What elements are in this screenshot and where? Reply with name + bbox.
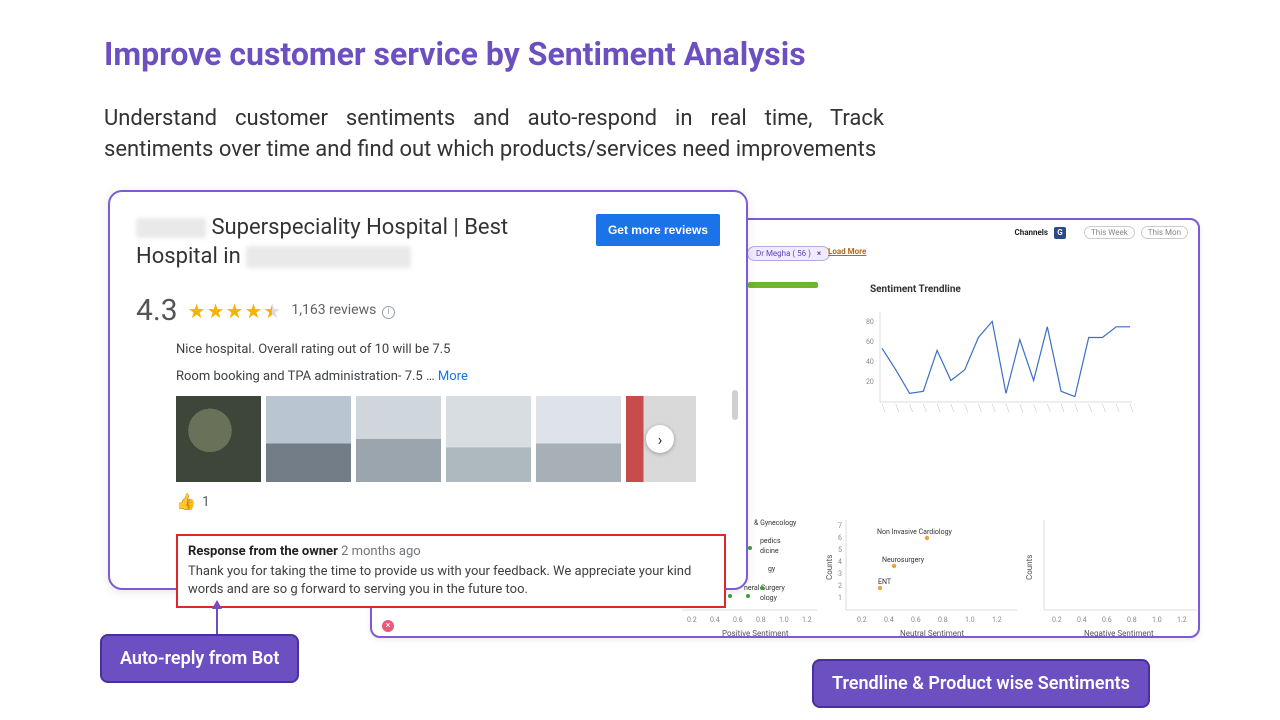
redacted-name-2 bbox=[246, 246, 411, 268]
svg-text:ology: ology bbox=[760, 594, 778, 602]
owner-response-header: Response from the owner 2 months ago bbox=[188, 544, 714, 559]
svg-text:Counts: Counts bbox=[825, 555, 834, 580]
review-body: Nice hospital. Overall rating out of 10 … bbox=[136, 342, 720, 482]
thumb-up-icon[interactable]: 👍 bbox=[176, 492, 196, 511]
svg-text:Neutral Sentiment: Neutral Sentiment bbox=[900, 629, 964, 638]
rating-value: 4.3 bbox=[136, 293, 178, 328]
svg-text:0.2: 0.2 bbox=[687, 616, 697, 624]
svg-text:80: 80 bbox=[866, 318, 874, 326]
review-thumb[interactable] bbox=[356, 396, 441, 482]
svg-text:0.8: 0.8 bbox=[756, 616, 766, 624]
trendline-chart: 80 60 40 20 bbox=[852, 302, 1142, 422]
get-more-reviews-button[interactable]: Get more reviews bbox=[596, 214, 720, 246]
svg-text:1.2: 1.2 bbox=[802, 616, 812, 624]
svg-text:1.0: 1.0 bbox=[779, 616, 789, 624]
review-line-1: Nice hospital. Overall rating out of 10 … bbox=[176, 342, 720, 357]
callout-arrow-icon bbox=[216, 602, 218, 634]
svg-text:0.8: 0.8 bbox=[1127, 616, 1137, 624]
svg-text:3: 3 bbox=[838, 570, 842, 578]
svg-text:1: 1 bbox=[838, 594, 842, 602]
svg-text:Non Invasive Cardiology: Non Invasive Cardiology bbox=[877, 528, 953, 536]
svg-text:20: 20 bbox=[866, 378, 874, 386]
review-thumb[interactable] bbox=[536, 396, 621, 482]
svg-text:5: 5 bbox=[838, 546, 842, 554]
svg-text:Neurosurgery: Neurosurgery bbox=[882, 556, 925, 564]
trend-series-line bbox=[882, 321, 1130, 396]
svg-text:0.6: 0.6 bbox=[733, 616, 743, 624]
review-thumb[interactable] bbox=[176, 396, 261, 482]
scroll-thumb[interactable] bbox=[732, 390, 738, 420]
sentiment-green-bar bbox=[748, 282, 818, 288]
channels-label: Channels bbox=[1015, 228, 1049, 237]
svg-text:40: 40 bbox=[866, 358, 874, 366]
svg-text:7: 7 bbox=[838, 522, 842, 530]
filter-pill-remove-icon[interactable]: × bbox=[817, 249, 821, 258]
svg-text:dicine: dicine bbox=[760, 547, 779, 555]
svg-text:Positive Sentiment: Positive Sentiment bbox=[722, 629, 789, 638]
svg-text:1.0: 1.0 bbox=[965, 616, 975, 624]
dashboard-header: Channels G This Week This Mon bbox=[1015, 226, 1188, 239]
more-link[interactable]: More bbox=[438, 369, 468, 384]
svg-text:Negative Sentiment: Negative Sentiment bbox=[1084, 629, 1154, 638]
svg-text:1.2: 1.2 bbox=[992, 616, 1002, 624]
svg-text:4: 4 bbox=[838, 558, 842, 566]
review-count[interactable]: 1,163 reviews i bbox=[291, 302, 395, 319]
callout-trendline: Trendline & Product wise Sentiments bbox=[812, 659, 1150, 708]
review-card: Superspeciality Hospital | Best Hospital… bbox=[108, 190, 748, 590]
star-rating-icon: ★★★★★ bbox=[188, 299, 282, 323]
svg-text:pedics: pedics bbox=[760, 537, 781, 545]
svg-text:1.0: 1.0 bbox=[1152, 616, 1162, 624]
svg-text:0.8: 0.8 bbox=[938, 616, 948, 624]
owner-response-highlight: Response from the owner 2 months ago Tha… bbox=[176, 534, 726, 608]
page-subtitle: Understand customer sentiments and auto-… bbox=[104, 104, 884, 166]
review-image-strip: › bbox=[176, 396, 720, 482]
like-row: 👍 1 bbox=[136, 492, 720, 511]
negative-scatter-panel: Counts 0.2 0.4 0.6 0.8 1.0 1.2 Negative Sent… bbox=[1022, 510, 1202, 640]
svg-text:0.2: 0.2 bbox=[857, 616, 867, 624]
rating-row: 4.3 ★★★★★ 1,163 reviews i bbox=[136, 293, 720, 328]
svg-text:ENT: ENT bbox=[878, 578, 892, 586]
mini-close-icon[interactable]: × bbox=[382, 620, 394, 632]
svg-text:0.6: 0.6 bbox=[1102, 616, 1112, 624]
svg-text:0.4: 0.4 bbox=[710, 616, 720, 624]
business-title-mid: Superspeciality Hospital | Best bbox=[211, 215, 508, 240]
svg-text:60: 60 bbox=[866, 338, 874, 346]
like-count: 1 bbox=[202, 494, 210, 510]
redacted-name-1 bbox=[136, 218, 206, 238]
svg-text:& Gynecology: & Gynecology bbox=[754, 519, 797, 527]
review-line-2: Room booking and TPA administration- 7.5… bbox=[176, 369, 720, 384]
filter-pill[interactable]: Dr Megha ( 56 ) × bbox=[747, 246, 830, 261]
review-thumb[interactable] bbox=[266, 396, 351, 482]
svg-text:0.6: 0.6 bbox=[911, 616, 921, 624]
business-title: Superspeciality Hospital | Best Hospital… bbox=[136, 214, 508, 271]
page-title: Improve customer service by Sentiment An… bbox=[104, 35, 806, 73]
callout-auto-reply: Auto-reply from Bot bbox=[100, 634, 299, 683]
trendline-chart-title: Sentiment Trendline bbox=[870, 284, 961, 295]
review-thumb[interactable] bbox=[446, 396, 531, 482]
svg-text:1.2: 1.2 bbox=[1177, 616, 1187, 624]
image-strip-next-icon[interactable]: › bbox=[646, 425, 674, 453]
period-this-week[interactable]: This Week bbox=[1084, 226, 1135, 239]
period-this-month[interactable]: This Mon bbox=[1141, 226, 1188, 239]
svg-text:2: 2 bbox=[838, 582, 842, 590]
neutral-scatter-panel: Counts 765 4321 Non Invasive Cardiology … bbox=[822, 510, 1022, 640]
owner-response-body: Thank you for taking the time to provide… bbox=[188, 563, 714, 598]
svg-text:0.4: 0.4 bbox=[884, 616, 894, 624]
svg-text:0.2: 0.2 bbox=[1052, 616, 1062, 624]
svg-text:6: 6 bbox=[838, 534, 842, 542]
google-badge-icon: G bbox=[1054, 227, 1066, 239]
svg-text:0.4: 0.4 bbox=[1077, 616, 1087, 624]
svg-text:neral Surgery: neral Surgery bbox=[744, 584, 785, 592]
svg-text:gy: gy bbox=[768, 565, 776, 573]
business-title-line2-prefix: Hospital in bbox=[136, 244, 241, 269]
info-icon[interactable]: i bbox=[382, 306, 395, 319]
svg-text:Counts: Counts bbox=[1025, 555, 1034, 580]
load-more-link[interactable]: Load More bbox=[828, 247, 866, 256]
filter-pill-text: Dr Megha ( 56 ) bbox=[756, 249, 811, 258]
